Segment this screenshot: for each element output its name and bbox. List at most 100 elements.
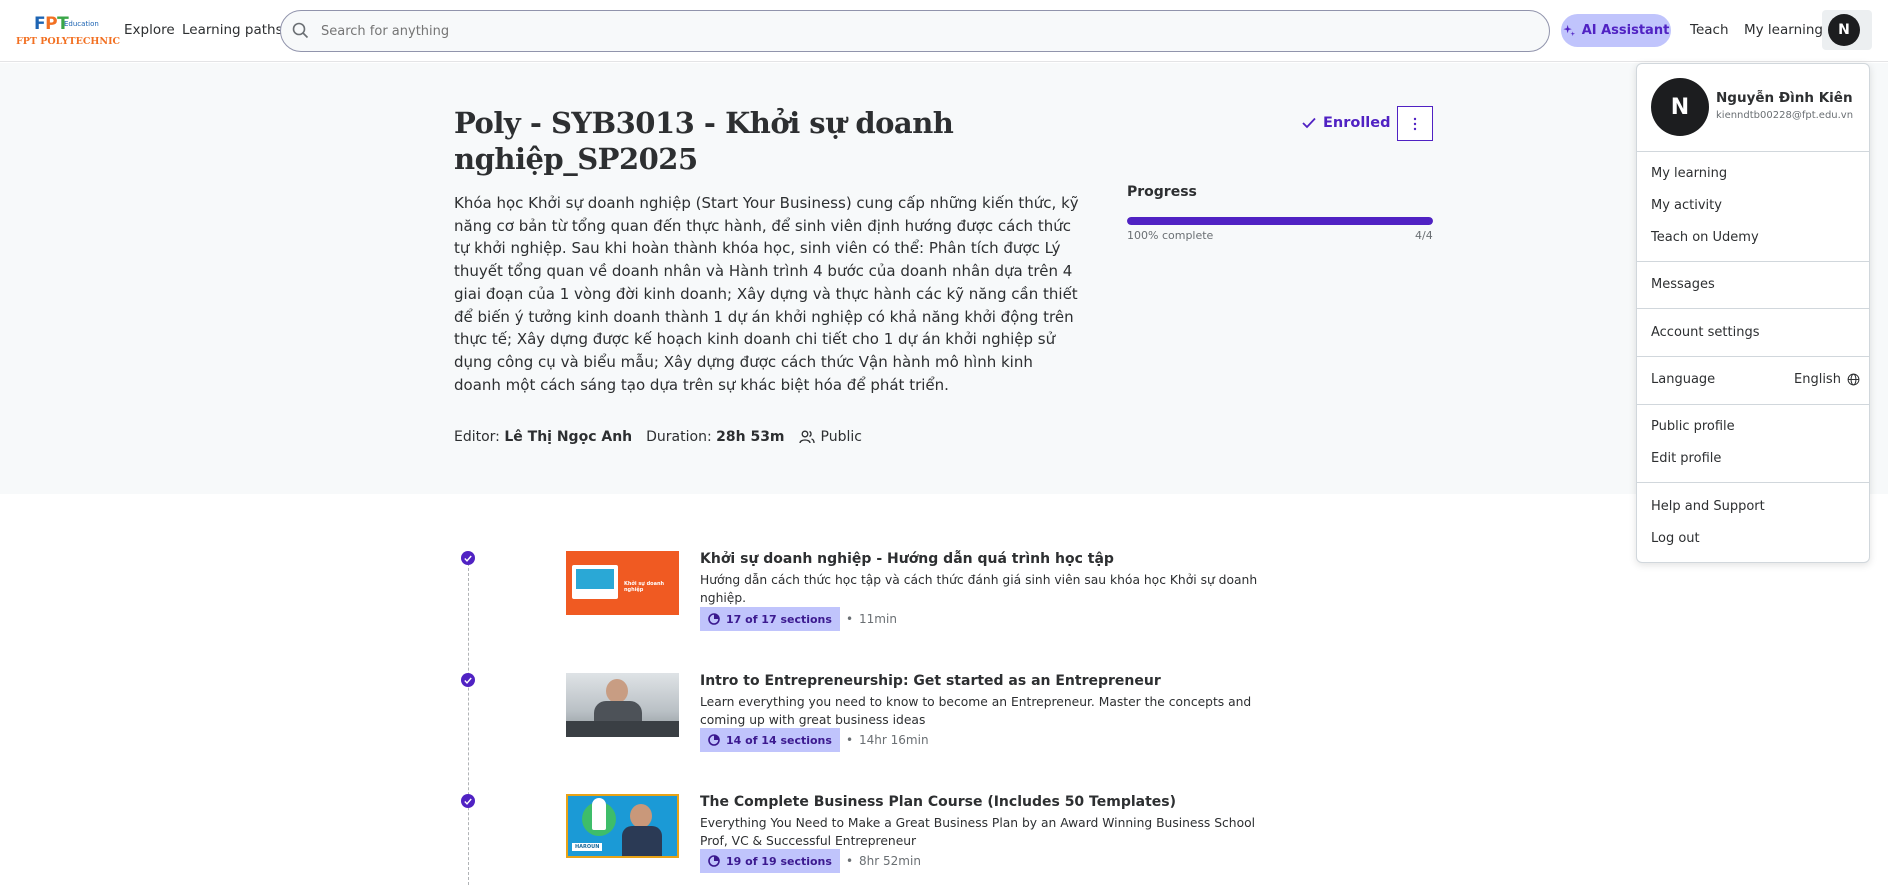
learning-path-timeline	[468, 558, 469, 885]
menu-divider	[1637, 261, 1869, 262]
logo-poly-text: FPT POLYTECHNIC	[16, 36, 121, 47]
fpt-polytechnic-logo[interactable]: FPT Education FPT POLYTECHNIC	[14, 12, 120, 50]
menu-my-activity[interactable]: My activity	[1651, 198, 1722, 213]
thumbnail-laptop-graphic	[572, 565, 618, 599]
duration-label: Duration:	[646, 429, 712, 445]
course-item-title[interactable]: Khởi sự doanh nghiệp - Hướng dẫn quá trì…	[700, 551, 1114, 567]
profile-dropdown-menu: N Nguyễn Đình Kiên kienndtb00228@fpt.edu…	[1636, 63, 1870, 563]
profile-avatar: N	[1651, 78, 1709, 136]
menu-language[interactable]: Language	[1651, 372, 1715, 387]
course-item-meta: 17 of 17 sections • 11min	[700, 607, 897, 631]
menu-log-out[interactable]: Log out	[1651, 531, 1700, 546]
kebab-menu-icon	[1413, 117, 1417, 130]
course-thumbnail[interactable]	[566, 673, 679, 737]
sparkle-icon	[1563, 24, 1575, 37]
bullet-dot: •	[845, 612, 854, 626]
menu-divider	[1637, 356, 1869, 357]
thumbnail-rocket	[592, 798, 606, 830]
editor-name: Lê Thị Ngọc Anh	[504, 429, 633, 445]
menu-public-profile[interactable]: Public profile	[1651, 419, 1735, 434]
users-icon	[798, 430, 815, 444]
course-thumbnail[interactable]: HAROUN	[566, 794, 679, 858]
menu-messages[interactable]: Messages	[1651, 277, 1715, 292]
progress-circle-icon	[708, 613, 720, 625]
menu-teach-on-udemy[interactable]: Teach on Udemy	[1651, 230, 1759, 245]
course-item-description: Learn everything you need to know to bec…	[700, 695, 1252, 727]
language-value: English	[1794, 372, 1841, 387]
sections-badge: 17 of 17 sections	[700, 607, 840, 631]
menu-help-and-support[interactable]: Help and Support	[1651, 499, 1765, 514]
course-item-duration: 14hr 16min	[859, 733, 929, 747]
sections-label: 17 of 17 sections	[726, 612, 832, 626]
sections-label: 14 of 14 sections	[726, 733, 832, 747]
sections-badge: 19 of 19 sections	[700, 849, 840, 873]
visibility-label: Public	[820, 429, 862, 445]
thumbnail-caption: Khởi sự doanh nghiệp	[624, 581, 665, 593]
search-bar[interactable]	[280, 10, 1550, 52]
menu-edit-profile[interactable]: Edit profile	[1651, 451, 1721, 466]
duration-info: Duration: 28h 53m	[646, 429, 784, 445]
course-item-title[interactable]: Intro to Entrepreneurship: Get started a…	[700, 673, 1161, 689]
top-header: FPT Education FPT POLYTECHNIC Explore Le…	[0, 0, 1888, 62]
progress-count-text: 4/4	[1415, 229, 1433, 242]
logo-edu-text: Education	[64, 20, 99, 28]
profile-email: kienndtb00228@fpt.edu.vn	[1716, 110, 1854, 121]
thumbnail-person-body	[622, 826, 662, 856]
course-item-meta: 14 of 14 sections • 14hr 16min	[700, 728, 929, 752]
course-hero: Poly - SYB3013 - Khởi sự doanh nghiệp_SP…	[0, 63, 1888, 494]
progress-circle-icon	[708, 855, 720, 867]
thumbnail-screen	[576, 569, 614, 589]
course-thumbnail[interactable]: Khởi sự doanh nghiệp	[566, 551, 679, 615]
avatar[interactable]: N	[1828, 14, 1860, 46]
course-item-description: Everything You Need to Make a Great Busi…	[700, 816, 1256, 848]
nav-teach[interactable]: Teach	[1690, 22, 1729, 38]
editor-info: Editor: Lê Thị Ngọc Anh	[454, 429, 632, 445]
menu-account-settings[interactable]: Account settings	[1651, 325, 1759, 340]
visibility-info: Public	[798, 429, 862, 445]
bullet-dot: •	[845, 854, 854, 868]
enrolled-status: Enrolled	[1302, 115, 1391, 131]
progress-bar	[1127, 217, 1433, 225]
completed-check-icon	[461, 794, 475, 808]
progress-circle-icon	[708, 734, 720, 746]
progress-label: Progress	[1127, 184, 1197, 200]
thumbnail-caption: HAROUN	[572, 843, 603, 851]
checkmark-icon	[1302, 117, 1316, 129]
completed-check-icon	[461, 551, 475, 565]
search-icon	[292, 22, 309, 39]
nav-explore[interactable]: Explore	[124, 22, 175, 38]
ai-assistant-button[interactable]: AI Assistant	[1561, 14, 1671, 47]
course-item-title[interactable]: The Complete Business Plan Course (Inclu…	[700, 794, 1176, 810]
course-meta: Editor: Lê Thị Ngọc Anh Duration: 28h 53…	[454, 429, 862, 445]
profile-dropdown-header[interactable]: N Nguyễn Đình Kiên kienndtb00228@fpt.edu…	[1637, 64, 1869, 152]
course-description: Khóa học Khởi sự doanh nghiệp (Start You…	[454, 194, 1079, 394]
thumbnail-person-head	[606, 679, 628, 703]
bullet-dot: •	[845, 733, 854, 747]
menu-my-learning[interactable]: My learning	[1651, 166, 1727, 181]
profile-name: Nguyễn Đình Kiên	[1716, 90, 1853, 106]
menu-divider	[1637, 404, 1869, 405]
more-options-button[interactable]	[1397, 106, 1433, 141]
sections-label: 19 of 19 sections	[726, 854, 832, 868]
nav-my-learning[interactable]: My learning	[1744, 22, 1823, 38]
search-input[interactable]	[321, 23, 1421, 39]
language-selector[interactable]: English	[1794, 372, 1860, 387]
course-title: Poly - SYB3013 - Khởi sự doanh nghiệp_SP…	[454, 106, 954, 176]
thumbnail-person-head	[630, 804, 652, 828]
course-item-description: Hướng dẫn cách thức học tập và cách thức…	[700, 573, 1258, 605]
duration-value: 28h 53m	[716, 429, 785, 445]
menu-divider	[1637, 482, 1869, 483]
course-item-meta: 19 of 19 sections • 8hr 52min	[700, 849, 921, 873]
progress-bar-fill	[1127, 217, 1433, 225]
nav-learning-paths[interactable]: Learning paths	[182, 22, 283, 38]
editor-label: Editor:	[454, 429, 500, 445]
course-item-duration: 11min	[859, 612, 897, 626]
ai-assistant-label: AI Assistant	[1581, 23, 1670, 38]
thumbnail-desk	[566, 721, 679, 737]
menu-divider	[1637, 308, 1869, 309]
globe-icon	[1847, 373, 1860, 386]
course-item-duration: 8hr 52min	[859, 854, 921, 868]
progress-percent-text: 100% complete	[1127, 229, 1214, 242]
enrolled-label: Enrolled	[1323, 115, 1391, 131]
completed-check-icon	[461, 673, 475, 687]
